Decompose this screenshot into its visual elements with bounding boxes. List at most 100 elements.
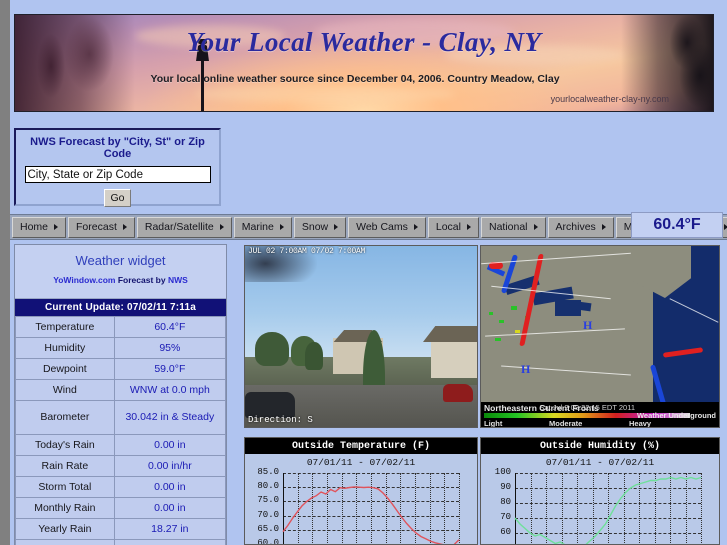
observation-label: Humidity	[15, 337, 115, 359]
observation-value: 18.27 in	[113, 518, 227, 540]
chevron-right-icon	[601, 224, 606, 230]
nav-item-radar-satellite[interactable]: Radar/Satellite	[136, 216, 232, 238]
chevron-right-icon	[466, 224, 471, 230]
observation-row: Rain Rate 0.00 in/hr	[15, 455, 227, 477]
observation-label: Barometer	[15, 400, 115, 435]
observation-label: Yearly Rain	[15, 518, 115, 540]
nav-item-label: Snow	[301, 221, 329, 233]
observation-row: Monthly Rain 0.00 in	[15, 497, 227, 519]
nav-item-local[interactable]: Local	[427, 216, 479, 238]
observation-row: Wind Chill60.4°F	[15, 539, 227, 545]
current-fronts-map[interactable]: H H Northeastern Current Fronts Sat Jul …	[480, 245, 720, 428]
nav-item-label: Archives	[555, 221, 596, 233]
credit-text: Forecast by	[117, 275, 166, 285]
map-land	[481, 246, 653, 406]
map-high-pressure-marker: H	[521, 362, 531, 376]
map-scale-heavy-label: Heavy	[629, 419, 652, 428]
nav-item-home[interactable]: Home	[12, 216, 67, 238]
nav-item-label: Local	[435, 221, 461, 233]
observation-value: 59.0°F	[113, 358, 227, 380]
outside-humidity-chart[interactable]: Outside Humidity (%) 07/01/11 - 07/02/11…	[480, 437, 720, 545]
webcam-tree	[255, 332, 289, 366]
chart-title: Outside Temperature (F)	[245, 438, 477, 454]
outside-temperature-chart[interactable]: Outside Temperature (F) 07/01/11 - 07/02…	[244, 437, 478, 545]
map-caption-timestamp: Sat Jul 2 08:32:15 EDT 2011	[539, 403, 635, 412]
observation-row: Today's Rain 0.00 in	[15, 434, 227, 456]
banner-subtitle: Your local online weather source since D…	[150, 73, 560, 85]
chevron-right-icon	[54, 224, 59, 230]
observation-value: 60.4°F	[113, 316, 227, 338]
observation-value: 0.00 in	[113, 497, 227, 519]
observation-label: Dewpoint	[15, 358, 115, 380]
webcam-car-red	[443, 384, 473, 402]
nav-item-archives[interactable]: Archives	[547, 216, 614, 238]
map-radar-echo	[489, 312, 493, 315]
observation-label: Monthly Rain	[15, 497, 115, 519]
nav-item-label: Home	[20, 221, 49, 233]
yowindow-link[interactable]: YoWindow.com	[53, 275, 115, 285]
chart-series-line	[282, 486, 460, 544]
map-high-pressure-marker: H	[583, 318, 593, 332]
main-navigation: Home Forecast Radar/Satellite Marine Snow Web…	[10, 214, 727, 240]
observations-table: Temperature 60.4°F Humidity 95% Dewpoint 59.0…	[15, 316, 227, 545]
chevron-right-icon	[279, 224, 284, 230]
map-brand-label: Weather Underground	[636, 411, 716, 420]
chevron-right-icon	[413, 224, 418, 230]
banner-site-url: yourlocalweather-clay-ny.com	[550, 94, 669, 104]
observation-row: Wind WNW at 0.0 mph	[15, 379, 227, 401]
nav-item-marine[interactable]: Marine	[233, 216, 292, 238]
chevron-right-icon	[533, 224, 538, 230]
observation-label: Wind	[15, 379, 115, 401]
nws-forecast-label: NWS Forecast by "City, St" or Zip Code	[30, 136, 205, 160]
map-radar-echo	[495, 338, 501, 341]
nws-link[interactable]: NWS	[168, 275, 188, 285]
nav-item-national[interactable]: National	[480, 216, 546, 238]
nav-item-label: Web Cams	[356, 221, 408, 233]
weather-widget[interactable]: Weather widget YoWindow.com Forecast by …	[15, 245, 226, 299]
nav-item-forecast[interactable]: Forecast	[68, 216, 135, 238]
weather-widget-credit: YoWindow.com Forecast by NWS	[15, 275, 226, 285]
current-temperature-badge: 60.4°F	[631, 212, 723, 238]
observation-row: Barometer 30.042 in & Steady	[15, 400, 227, 435]
chart-date-range: 07/01/11 - 07/02/11	[306, 457, 416, 468]
site-banner: Your Local Weather - Clay, NY Your local…	[14, 14, 714, 112]
weather-widget-title: Weather widget	[75, 253, 166, 268]
map-radar-echo	[499, 320, 504, 323]
observation-label: Temperature	[15, 316, 115, 338]
page-root: Your Local Weather - Clay, NY Your local…	[10, 0, 727, 545]
current-update-bar: Current Update: 07/02/11 7:11a	[15, 299, 226, 316]
chart-title: Outside Humidity (%)	[481, 438, 719, 454]
observation-row: Yearly Rain 18.27 in	[15, 518, 227, 540]
observation-value: 60.4°F	[113, 539, 227, 545]
webcam-tree	[305, 342, 323, 370]
map-scale-light-label: Light	[484, 419, 503, 428]
observation-row: Temperature 60.4°F	[15, 316, 227, 338]
nav-item-web-cams[interactable]: Web Cams	[348, 216, 426, 238]
banner-lamppost-icon	[198, 39, 207, 111]
observation-value: 0.00 in	[113, 434, 227, 456]
map-radar-echo	[511, 306, 517, 310]
city-state-zip-input[interactable]	[24, 166, 211, 183]
nav-item-label: Marine	[241, 221, 274, 233]
observations-sidebar: Weather widget YoWindow.com Forecast by …	[14, 244, 227, 545]
chevron-right-icon	[122, 224, 127, 230]
forecast-go-button[interactable]: Go	[104, 189, 131, 207]
chart-series-line	[514, 476, 702, 544]
observation-value: 0.00 in	[113, 476, 227, 498]
map-scale-moderate-label: Moderate	[549, 419, 583, 428]
webcam-image[interactable]: JUL 02 7:00AM 07/02 7:00AM Direction: S	[244, 245, 478, 428]
webcam-direction-label: Direction: S	[248, 415, 313, 425]
chart-plot-area: 100 90 80 70 60	[481, 467, 719, 544]
banner-title: Your Local Weather - Clay, NY	[186, 27, 542, 57]
observation-row: Humidity 95%	[15, 337, 227, 359]
observation-label: Wind Chill	[15, 539, 115, 545]
observation-label: Today's Rain	[15, 434, 115, 456]
nav-item-label: Forecast	[76, 221, 117, 233]
chart-plot-area: 85.0 80.0 75.0 70.0 65.0 60.0	[245, 467, 477, 544]
nav-item-label: Radar/Satellite	[144, 221, 214, 233]
banner-cloud	[195, 85, 455, 103]
webcam-house	[431, 338, 477, 378]
observation-row: Storm Total 0.00 in	[15, 476, 227, 498]
nav-item-snow[interactable]: Snow	[293, 216, 347, 238]
webcam-timestamp: JUL 02 7:00AM 07/02 7:00AM	[248, 247, 366, 256]
